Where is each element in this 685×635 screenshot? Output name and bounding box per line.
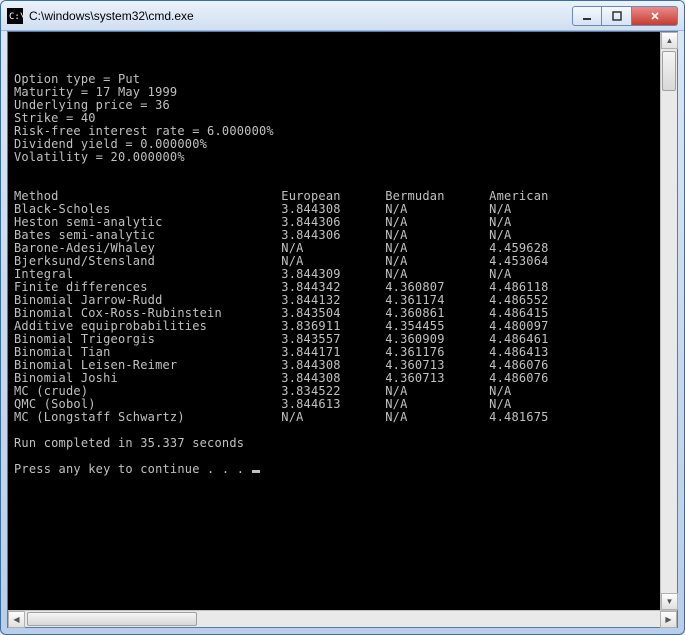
vertical-scroll-thumb[interactable] (662, 51, 676, 91)
text-cursor (252, 470, 260, 473)
window-title: C:\windows\system32\cmd.exe (29, 9, 572, 23)
horizontal-scrollbar[interactable]: ◀ ▶ (8, 610, 677, 627)
vertical-scrollbar[interactable]: ▲ ▼ (660, 32, 677, 610)
titlebar[interactable]: C:\ C:\windows\system32\cmd.exe (1, 1, 684, 31)
continue-prompt: Press any key to continue . . . (14, 462, 252, 476)
horizontal-scroll-track[interactable] (25, 611, 660, 627)
minimize-button[interactable] (572, 6, 602, 26)
scroll-up-button[interactable]: ▲ (661, 32, 678, 49)
close-button[interactable] (632, 6, 678, 26)
vertical-scroll-track[interactable] (661, 49, 677, 593)
console-output[interactable]: Option type = Put Maturity = 17 May 1999… (8, 32, 677, 610)
horizontal-scroll-thumb[interactable] (27, 612, 197, 626)
command-prompt-window: C:\ C:\windows\system32\cmd.exe Option t… (0, 0, 685, 635)
window-controls (572, 6, 678, 26)
scroll-down-button[interactable]: ▼ (661, 593, 678, 610)
scroll-left-button[interactable]: ◀ (8, 611, 25, 628)
cmd-icon: C:\ (7, 8, 23, 24)
maximize-button[interactable] (602, 6, 632, 26)
client-area: Option type = Put Maturity = 17 May 1999… (7, 31, 678, 628)
svg-text:C:\: C:\ (9, 12, 23, 22)
scroll-right-button[interactable]: ▶ (660, 611, 677, 628)
